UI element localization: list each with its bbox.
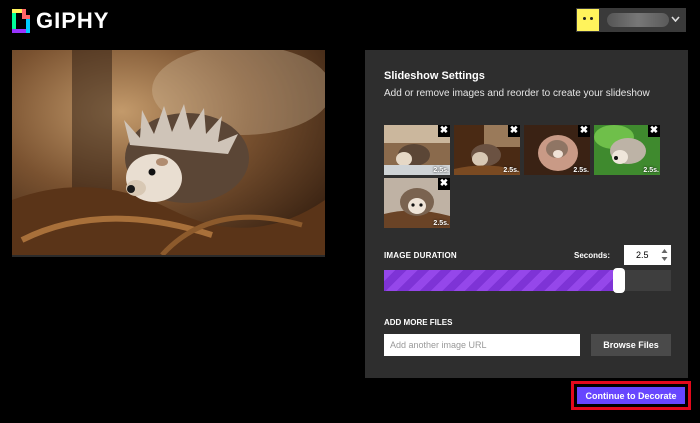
stepper-arrows-icon[interactable] bbox=[661, 248, 668, 262]
continue-to-decorate-button[interactable]: Continue to Decorate bbox=[577, 387, 685, 404]
duration-slider-handle[interactable] bbox=[613, 268, 625, 293]
logo-text: GIPHY bbox=[36, 8, 110, 33]
slide-duration: 2.5s. bbox=[573, 167, 589, 174]
duration-slider-fill bbox=[384, 270, 619, 291]
seconds-value: 2.5 bbox=[636, 250, 649, 260]
slide-thumbnail-1[interactable]: ✖ 2.5s. bbox=[384, 125, 450, 175]
remove-slide-button[interactable]: ✖ bbox=[438, 178, 450, 190]
add-more-files-label: ADD MORE FILES bbox=[384, 318, 453, 327]
avatar bbox=[577, 9, 599, 31]
continue-highlight-frame: Continue to Decorate bbox=[571, 381, 691, 410]
slide-thumbnail-2[interactable]: ✖ 2.5s. bbox=[454, 125, 520, 175]
slide-thumbnail-5[interactable]: ✖ 2.5s. bbox=[384, 178, 450, 228]
slide-duration: 2.5s. bbox=[433, 167, 449, 174]
image-duration-label: IMAGE DURATION bbox=[384, 251, 457, 260]
slide-duration: 2.5s. bbox=[433, 220, 449, 227]
seconds-stepper[interactable]: 2.5 bbox=[624, 245, 671, 265]
browse-files-button[interactable]: Browse Files bbox=[591, 334, 671, 356]
seconds-label: Seconds: bbox=[574, 251, 611, 260]
remove-slide-button[interactable]: ✖ bbox=[578, 125, 590, 137]
slide-thumbnail-3[interactable]: ✖ 2.5s. bbox=[524, 125, 590, 175]
slide-duration: 2.5s. bbox=[643, 167, 659, 174]
header: GIPHY bbox=[0, 0, 700, 44]
giphy-logo[interactable]: GIPHY bbox=[12, 9, 109, 33]
panel-subtitle: Add or remove images and reorder to crea… bbox=[384, 88, 650, 99]
username bbox=[607, 13, 669, 27]
slide-duration: 2.5s. bbox=[503, 167, 519, 174]
slideshow-preview bbox=[12, 50, 325, 257]
image-url-input[interactable] bbox=[384, 334, 580, 356]
remove-slide-button[interactable]: ✖ bbox=[648, 125, 660, 137]
chevron-down-icon[interactable] bbox=[671, 16, 680, 22]
remove-slide-button[interactable]: ✖ bbox=[438, 125, 450, 137]
user-menu[interactable] bbox=[576, 8, 686, 32]
remove-slide-button[interactable]: ✖ bbox=[508, 125, 520, 137]
hedgehog-photo bbox=[12, 50, 325, 255]
duration-slider[interactable] bbox=[384, 268, 671, 293]
giphy-logo-icon bbox=[12, 9, 30, 33]
panel-title: Slideshow Settings bbox=[384, 70, 485, 82]
slide-thumbnail-4[interactable]: ✖ 2.5s. bbox=[594, 125, 660, 175]
slideshow-settings-panel: Slideshow Settings Add or remove images … bbox=[365, 50, 688, 378]
